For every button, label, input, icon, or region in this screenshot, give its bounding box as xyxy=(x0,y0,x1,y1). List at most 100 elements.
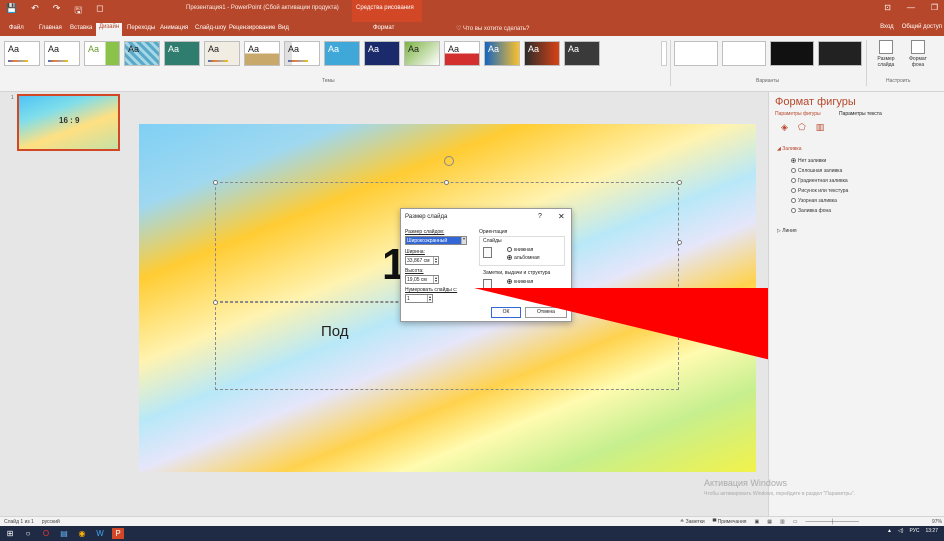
search-icon[interactable]: ○ xyxy=(22,528,34,539)
rotate-handle-icon[interactable] xyxy=(444,156,454,166)
ribbon-display-icon[interactable]: ⊡ xyxy=(884,3,891,12)
tab-shape-options[interactable]: Параметры фигуры xyxy=(775,111,821,117)
slides-portrait-radio[interactable]: книжная xyxy=(507,247,533,253)
powerpoint-icon[interactable]: P xyxy=(112,528,124,539)
firefox-icon[interactable]: ◉ xyxy=(76,528,88,539)
volume-icon[interactable]: ◁) xyxy=(898,528,904,534)
zoom-level[interactable]: 97% xyxy=(932,519,942,525)
signin-link[interactable]: Вход xyxy=(880,24,894,30)
theme-office[interactable]: Aa xyxy=(4,41,40,66)
close-icon[interactable]: ✕ xyxy=(558,212,565,221)
tab-design[interactable]: Дизайн xyxy=(96,23,123,36)
dialog-title: Размер слайда xyxy=(405,214,448,220)
save-icon[interactable]: 💾 xyxy=(6,3,17,19)
minimize-icon[interactable]: — xyxy=(907,3,915,12)
fill-option-picture[interactable]: Рисунок или текстура xyxy=(791,188,848,194)
theme-mesh[interactable]: Aa xyxy=(524,41,560,66)
redo-icon[interactable]: ↷ xyxy=(53,3,61,19)
file-explorer-icon[interactable]: ▤ xyxy=(58,528,70,539)
slide-thumbnail[interactable]: 16 : 9 xyxy=(17,94,120,151)
sorter-view-icon[interactable]: ▦ xyxy=(767,519,772,525)
tab-text-options[interactable]: Параметры текста xyxy=(839,111,882,117)
slide-size-select[interactable]: Широкоэкранный ▾ xyxy=(405,236,467,245)
format-background-button[interactable]: Формат фона xyxy=(904,40,932,68)
fill-option-none[interactable]: Нет заливки xyxy=(791,158,826,164)
maximize-icon[interactable]: ❐ xyxy=(931,3,938,12)
network-icon[interactable]: ▲ xyxy=(887,528,892,534)
reading-view-icon[interactable]: ▥ xyxy=(780,519,785,525)
height-input[interactable]: 19,05 см ▴ ▾ xyxy=(405,275,439,284)
number-slides-input[interactable]: 1 ▴ ▾ xyxy=(405,294,433,303)
theme-gallery[interactable]: Aa xyxy=(564,41,600,66)
tab-format[interactable]: Формат xyxy=(370,24,397,32)
slides-landscape-radio[interactable]: альбомная xyxy=(507,255,540,261)
theme-dividend[interactable]: Aa xyxy=(444,41,480,66)
theme-badge[interactable]: Aa xyxy=(364,41,400,66)
slideshow-view-icon[interactable]: ▭ xyxy=(793,519,798,525)
resize-handle[interactable] xyxy=(213,300,218,305)
clock[interactable]: 13:27 xyxy=(925,528,938,534)
undo-icon[interactable]: ↶ xyxy=(31,3,39,19)
word-icon[interactable]: W xyxy=(94,528,106,539)
tell-me-input[interactable]: ♡ Что вы хотите сделать? xyxy=(456,25,529,32)
tab-view[interactable]: Вид xyxy=(275,24,292,32)
orientation-label: Ориентация xyxy=(479,229,508,235)
tab-slideshow[interactable]: Слайд-шоу xyxy=(192,24,229,32)
resize-handle[interactable] xyxy=(444,180,449,185)
theme-ion[interactable]: Aa xyxy=(164,41,200,66)
theme-wisp[interactable]: Aa xyxy=(324,41,360,66)
help-icon[interactable]: ? xyxy=(538,213,542,220)
customize-qat-icon[interactable]: ◻ xyxy=(96,3,103,19)
fill-option-gradient[interactable]: Градиентная заливка xyxy=(791,178,848,184)
tab-file[interactable]: Файл xyxy=(6,24,27,32)
tab-home[interactable]: Главная xyxy=(36,24,65,32)
fill-section-header[interactable]: ◢ Заливка xyxy=(777,146,801,152)
variant-3[interactable] xyxy=(770,41,814,66)
theme-organic[interactable]: Aa xyxy=(204,41,240,66)
notes-portrait-radio[interactable]: книжная xyxy=(507,279,533,285)
fill-option-solid[interactable]: Сплошная заливка xyxy=(791,168,842,174)
theme-circuit[interactable]: Aa xyxy=(404,41,440,66)
notes-button[interactable]: ≙ Заметки xyxy=(680,519,705,525)
spinner-icon[interactable]: ▴ ▾ xyxy=(427,295,432,302)
variant-2[interactable] xyxy=(722,41,766,66)
theme-frame[interactable]: Aa xyxy=(484,41,520,66)
size-properties-icon[interactable]: ▥ xyxy=(816,122,825,133)
theme-sample-text: Aa xyxy=(568,44,580,54)
keyboard-language[interactable]: РУС xyxy=(909,528,919,534)
theme-slice[interactable]: Aa xyxy=(284,41,320,66)
variant-1[interactable] xyxy=(674,41,718,66)
share-button[interactable]: Общий доступ xyxy=(902,24,942,30)
resize-handle[interactable] xyxy=(677,240,682,245)
resize-handle[interactable] xyxy=(677,180,682,185)
fill-line-icon[interactable]: ◈ xyxy=(781,122,788,133)
comments-button[interactable]: ▀ Примечания xyxy=(713,519,747,525)
spinner-icon[interactable]: ▴ ▾ xyxy=(433,257,438,264)
start-icon[interactable]: ⊞ xyxy=(4,528,16,539)
present-icon[interactable]: 🖫 xyxy=(74,3,82,19)
theme-office-theme[interactable]: Aa xyxy=(44,41,80,66)
zoom-slider[interactable]: —————┼————— xyxy=(805,519,859,525)
spinner-icon[interactable]: ▴ ▾ xyxy=(433,276,438,283)
tab-review[interactable]: Рецензирование xyxy=(226,24,278,32)
effects-icon[interactable]: ⬠ xyxy=(798,122,806,133)
tab-animations[interactable]: Анимация xyxy=(157,24,191,32)
opera-icon[interactable]: O xyxy=(40,528,52,539)
variant-4[interactable] xyxy=(818,41,862,66)
theme-facet[interactable]: Aa xyxy=(84,41,120,66)
tab-transitions[interactable]: Переходы xyxy=(124,24,158,32)
fill-option-pattern[interactable]: Узорная заливка xyxy=(791,198,837,204)
theme-retrospect[interactable]: Aa xyxy=(244,41,280,66)
slide-size-button[interactable]: Размер слайда xyxy=(872,40,900,68)
resize-handle[interactable] xyxy=(213,180,218,185)
normal-view-icon[interactable]: ▣ xyxy=(755,519,760,525)
line-section-header[interactable]: ▷ Линия xyxy=(777,228,797,234)
themes-gallery-scroll[interactable] xyxy=(661,41,667,66)
cancel-button[interactable]: Отмена xyxy=(525,307,567,318)
theme-integral[interactable]: Aa xyxy=(124,41,160,66)
language-indicator[interactable]: русский xyxy=(42,519,60,525)
fill-option-background[interactable]: Заливка фона xyxy=(791,208,831,214)
ok-button[interactable]: ОК xyxy=(491,307,521,318)
tab-insert[interactable]: Вставка xyxy=(67,24,95,32)
width-input[interactable]: 33,867 см ▴ ▾ xyxy=(405,256,439,265)
